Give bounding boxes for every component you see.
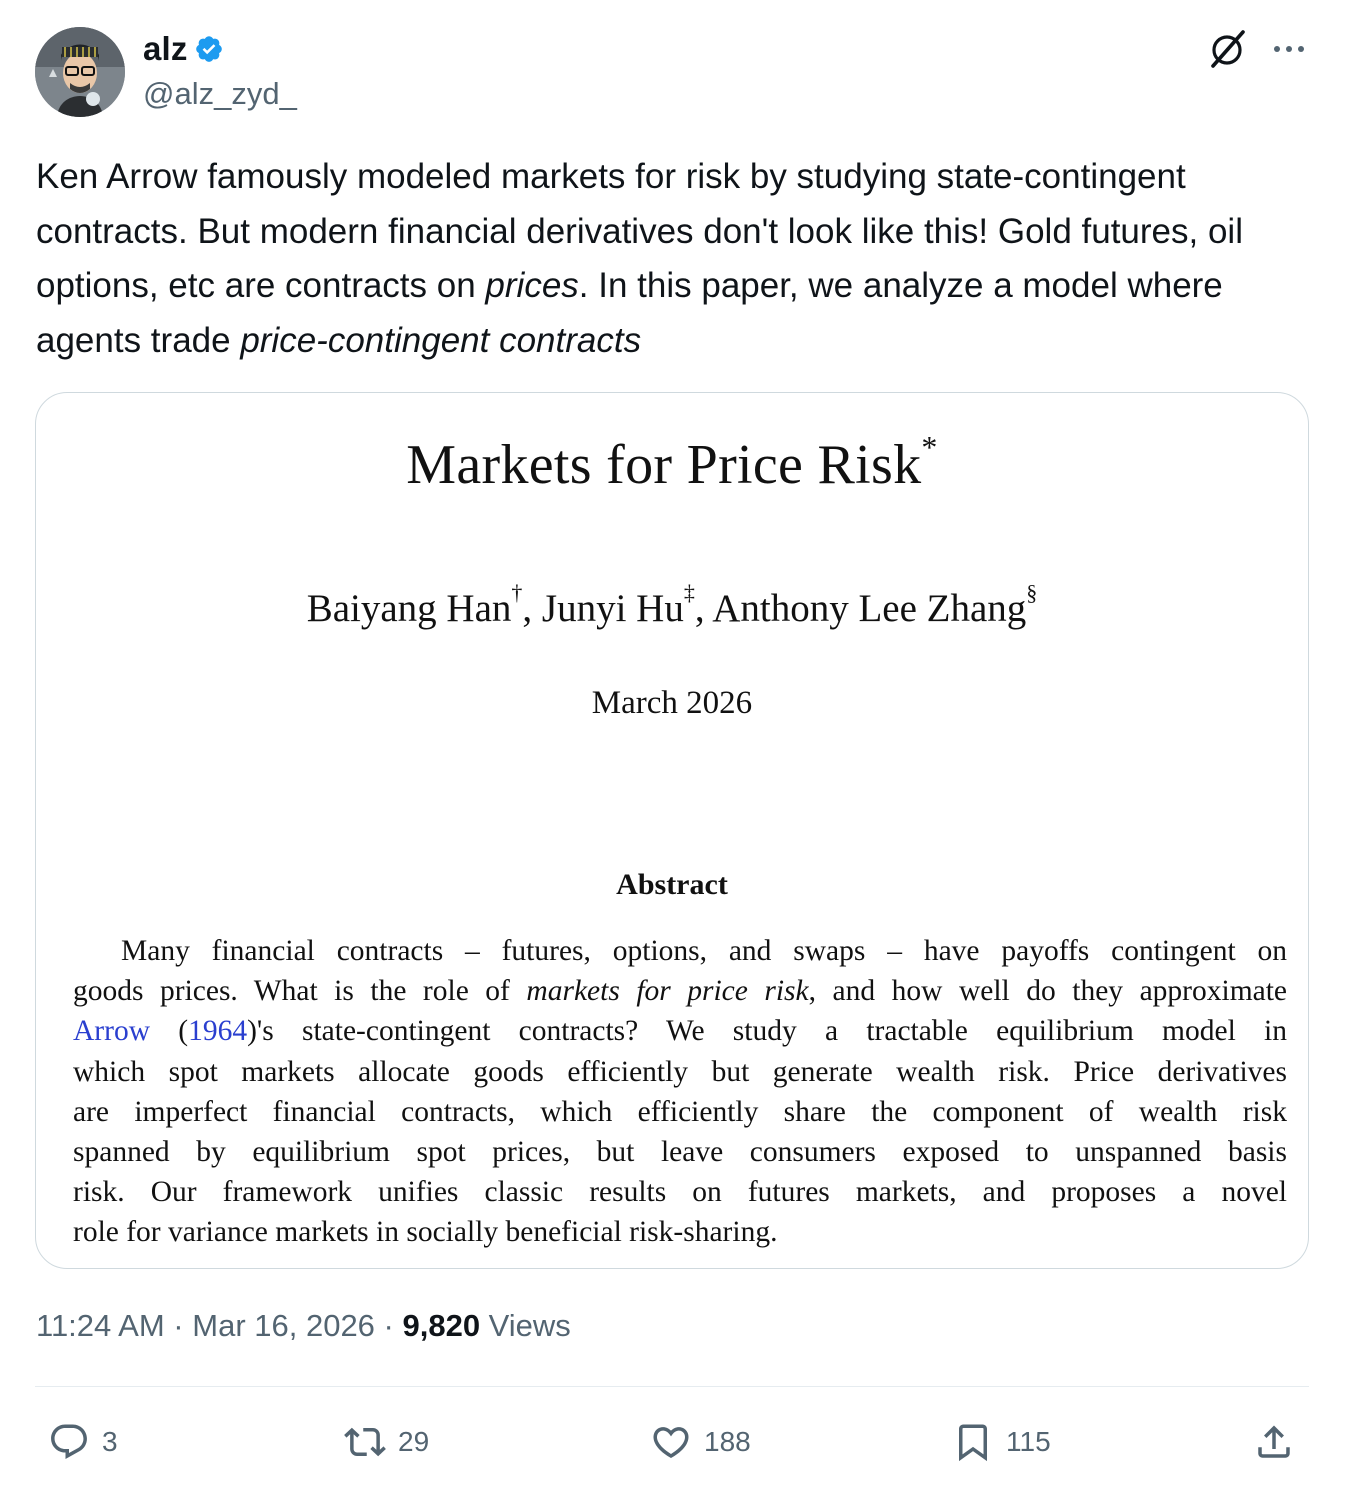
abstract-body: Many financial contracts – futures, opti… bbox=[73, 931, 1287, 1253]
share-icon bbox=[1258, 1425, 1290, 1458]
reply-button[interactable]: 3 bbox=[48, 1418, 118, 1466]
display-name[interactable]: alz bbox=[143, 30, 188, 68]
media-image-card[interactable]: Markets for Price Risk* Baiyang Han†, Ju… bbox=[35, 392, 1309, 1269]
paper-author-3: Anthony Lee Zhang bbox=[712, 587, 1027, 630]
repost-count: 29 bbox=[398, 1426, 430, 1457]
meta-separator: · bbox=[164, 1308, 193, 1343]
more-icon[interactable] bbox=[1270, 35, 1308, 63]
reply-icon bbox=[51, 1424, 87, 1459]
like-count: 188 bbox=[704, 1426, 751, 1457]
abstract-line: Arrow (1964)'s state-contingent contract… bbox=[73, 1011, 1287, 1051]
tweet-text: Ken Arrow famously modeled markets for r… bbox=[36, 150, 1326, 368]
abstract-line: are imperfect financial contracts, which… bbox=[73, 1095, 1287, 1128]
abstract-line: goods prices. What is the role of market… bbox=[73, 971, 1287, 1011]
abstract-line: role for variance markets in socially be… bbox=[73, 1216, 778, 1249]
paper-author-2-mark: ‡ bbox=[683, 580, 695, 605]
paper-title-text: Markets for Price Risk bbox=[406, 434, 922, 496]
views-count: 9,820 bbox=[402, 1308, 481, 1343]
reply-count: 3 bbox=[102, 1426, 118, 1457]
paper-date: March 2026 bbox=[591, 685, 753, 721]
repost-button[interactable]: 29 bbox=[344, 1418, 429, 1466]
bookmark-count: 115 bbox=[1006, 1426, 1051, 1457]
abstract-text: goods prices. What is the role of bbox=[73, 975, 527, 1008]
grok-icon[interactable] bbox=[1205, 28, 1249, 72]
tweet-text-emphasis-1: prices bbox=[485, 266, 579, 305]
bookmark-button[interactable]: 115 bbox=[952, 1418, 1051, 1466]
paper-author-1: Baiyang Han bbox=[306, 587, 512, 630]
paper-title: Markets for Price Risk* bbox=[36, 429, 1308, 497]
meta-separator: · bbox=[374, 1308, 403, 1343]
citation-link-arrow: Arrow bbox=[73, 1015, 151, 1048]
abstract-line: risk. Our framework unifies classic resu… bbox=[73, 1176, 1287, 1209]
avatar[interactable] bbox=[35, 27, 125, 117]
bookmark-icon bbox=[959, 1424, 987, 1462]
repost-icon bbox=[344, 1427, 386, 1457]
divider bbox=[35, 1386, 1309, 1387]
abstract-emphasis: markets for price risk bbox=[526, 975, 809, 1008]
verified-badge-icon bbox=[195, 36, 222, 62]
paper-author-1-mark: † bbox=[511, 580, 523, 605]
avatar-image bbox=[35, 27, 125, 117]
display-name-row: alz bbox=[143, 26, 297, 72]
paper-title-mark: * bbox=[921, 429, 938, 465]
tweet-date[interactable]: Mar 16, 2026 bbox=[192, 1308, 375, 1343]
share-button[interactable] bbox=[1253, 1418, 1295, 1466]
paper-screenshot: Markets for Price Risk* Baiyang Han†, Ju… bbox=[36, 393, 1308, 1268]
tweet-text-emphasis-2: price-contingent contracts bbox=[240, 320, 642, 360]
paper-authors: Baiyang Han†, Junyi Hu‡, Anthony Lee Zha… bbox=[306, 580, 1038, 630]
abstract-line: which spot markets allocate goods effici… bbox=[73, 1055, 1287, 1088]
tweet-meta: 11:24 AM · Mar 16, 2026 · 9,820 Views bbox=[36, 1308, 571, 1344]
abstract-text: , and how well do they approximate bbox=[808, 975, 1288, 1008]
like-icon bbox=[653, 1427, 689, 1459]
like-button[interactable]: 188 bbox=[650, 1418, 751, 1466]
views-label: Views bbox=[480, 1308, 571, 1343]
paper-author-2: Junyi Hu bbox=[541, 587, 684, 630]
paper-author-3-mark: § bbox=[1026, 580, 1038, 605]
abstract-heading: Abstract bbox=[616, 868, 728, 901]
user-info[interactable]: alz @alz_zyd_ bbox=[143, 26, 297, 112]
abstract-text: )'s state-contingent contracts? We study… bbox=[247, 1015, 1287, 1048]
tweet-time[interactable]: 11:24 AM bbox=[36, 1308, 165, 1343]
abstract-line: Many financial contracts – futures, opti… bbox=[121, 935, 1287, 967]
citation-link-year: 1964 bbox=[188, 1015, 248, 1048]
abstract-line: spanned by equilibrium spot prices, but … bbox=[73, 1135, 1287, 1168]
abstract-text: ( bbox=[150, 1015, 189, 1048]
handle[interactable]: @alz_zyd_ bbox=[143, 76, 297, 112]
